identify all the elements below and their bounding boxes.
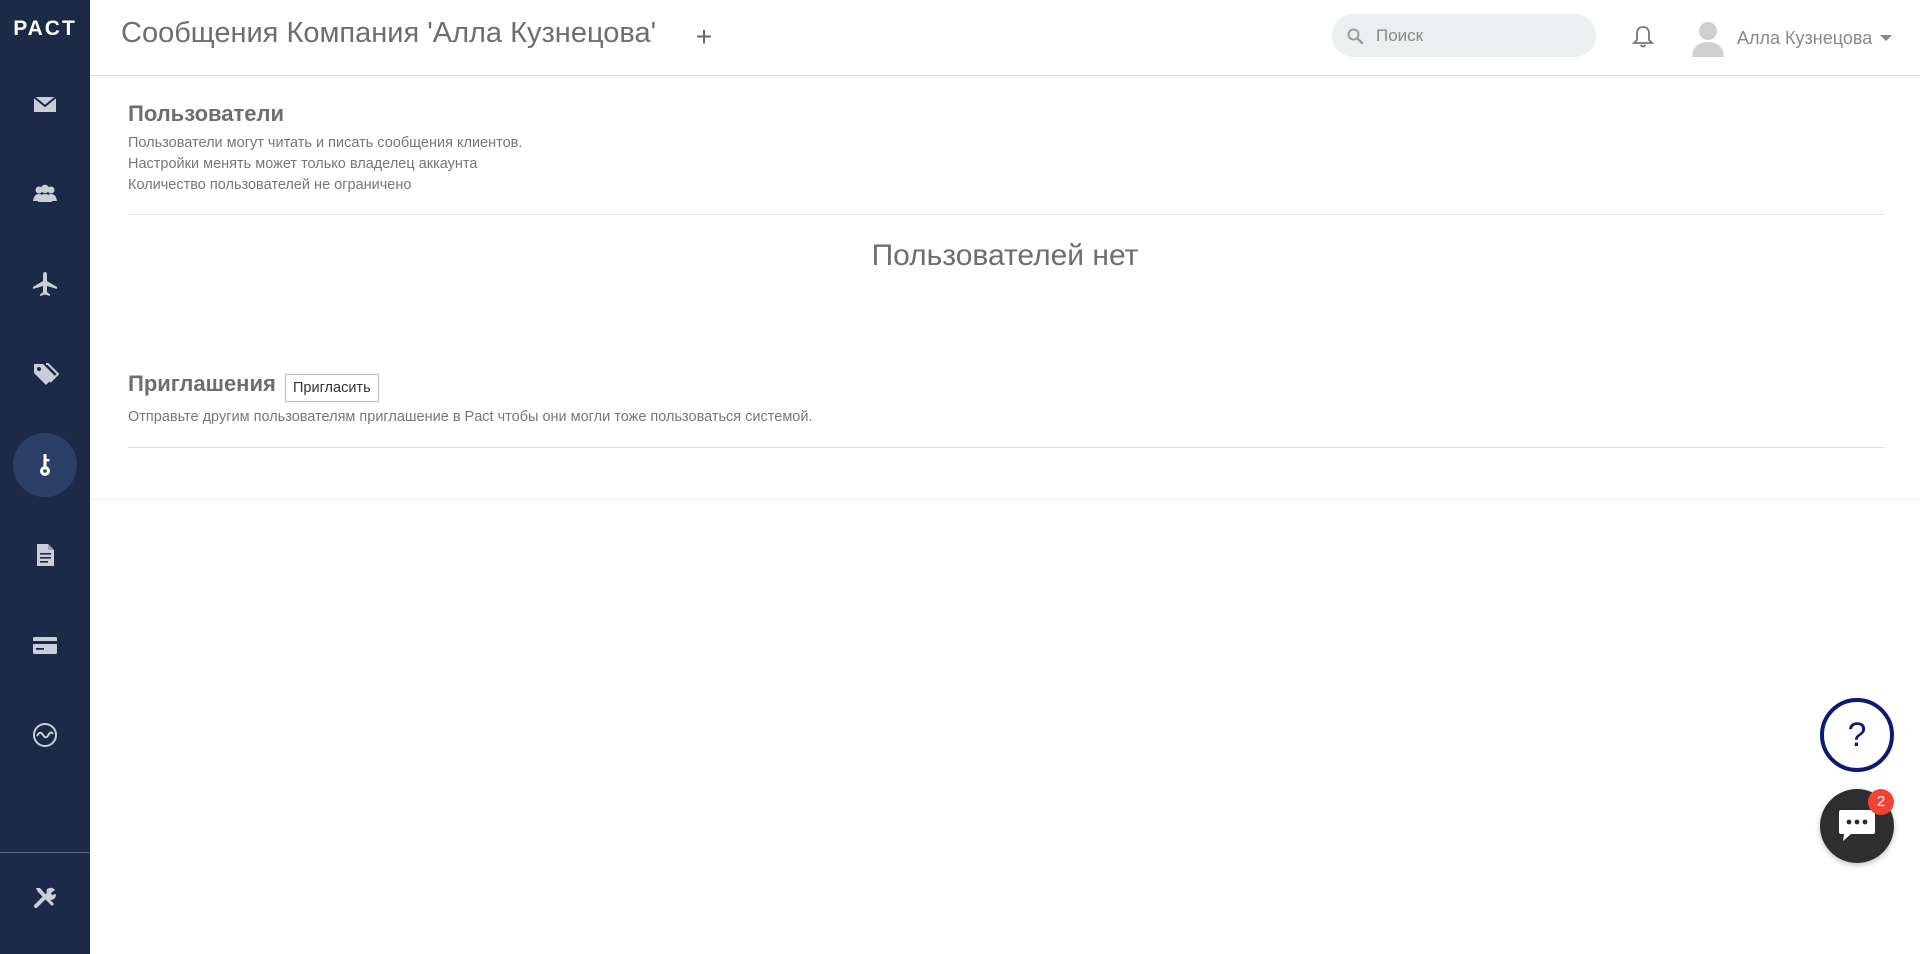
search-icon [1347, 28, 1364, 44]
help-button[interactable]: ? [1820, 698, 1894, 772]
sidebar-item-clients[interactable] [13, 162, 77, 226]
users-description-line-3: Количество пользователей не ограничено [128, 177, 412, 193]
app-window: PACT Сообщения Компания 'Алла Кузнецова'… [0, 0, 1920, 954]
page-title: Сообщения Компания 'Алла Кузнецова' [121, 17, 657, 49]
sidebar-item-tags[interactable] [13, 342, 77, 406]
sidebar-item-channels[interactable] [13, 252, 77, 316]
chat-button[interactable]: 2 [1820, 789, 1894, 863]
users-section-title: Пользователи [128, 101, 285, 126]
sidebar-divider [0, 852, 90, 853]
sidebar-item-access[interactable] [13, 433, 77, 497]
invites-divider [128, 447, 1884, 448]
search-box[interactable] [1332, 14, 1596, 57]
document-icon [37, 544, 54, 566]
chat-notification-badge: 2 [1868, 789, 1894, 815]
main-content: Пользователи Пользователи могут читать и… [90, 77, 1920, 500]
users-icon [33, 184, 57, 202]
brand-logo[interactable]: PACT [0, 0, 90, 56]
sidebar: PACT [0, 0, 90, 954]
envelope-icon [33, 96, 57, 112]
users-divider [128, 214, 1884, 215]
sidebar-item-documents[interactable] [13, 523, 77, 587]
users-empty-state: Пользователей нет [871, 239, 1139, 272]
pulse-icon [33, 723, 57, 747]
user-name: Алла Кузнецова [1737, 27, 1873, 48]
airplane-icon [33, 272, 57, 296]
key-icon [40, 454, 50, 476]
users-description-line-1: Пользователи могут читать и писать сообщ… [128, 135, 523, 151]
tools-icon [34, 887, 56, 908]
invites-description: Отправьте другим пользователям приглашен… [128, 409, 813, 425]
tags-icon [34, 363, 59, 385]
add-button[interactable]: + [691, 20, 717, 54]
bell-icon[interactable] [1631, 24, 1655, 50]
users-description-line-2: Настройки менять может только владелец а… [128, 156, 478, 172]
top-bar: Сообщения Компания 'Алла Кузнецова' + Ал… [90, 0, 1920, 76]
chat-icon [1839, 810, 1875, 841]
chevron-down-icon [1880, 35, 1893, 41]
sidebar-item-analytics[interactable] [13, 703, 77, 767]
sidebar-item-billing[interactable] [13, 613, 77, 677]
credit-card-icon [33, 637, 57, 654]
sidebar-item-settings[interactable] [13, 865, 77, 929]
user-menu[interactable]: Алла Кузнецова [1691, 18, 1893, 58]
invites-section-title: Приглашения [128, 371, 276, 396]
invite-button[interactable]: Пригласить [285, 374, 379, 402]
sidebar-item-messages[interactable] [13, 72, 77, 136]
search-input[interactable] [1376, 25, 1576, 46]
avatar [1692, 22, 1724, 57]
